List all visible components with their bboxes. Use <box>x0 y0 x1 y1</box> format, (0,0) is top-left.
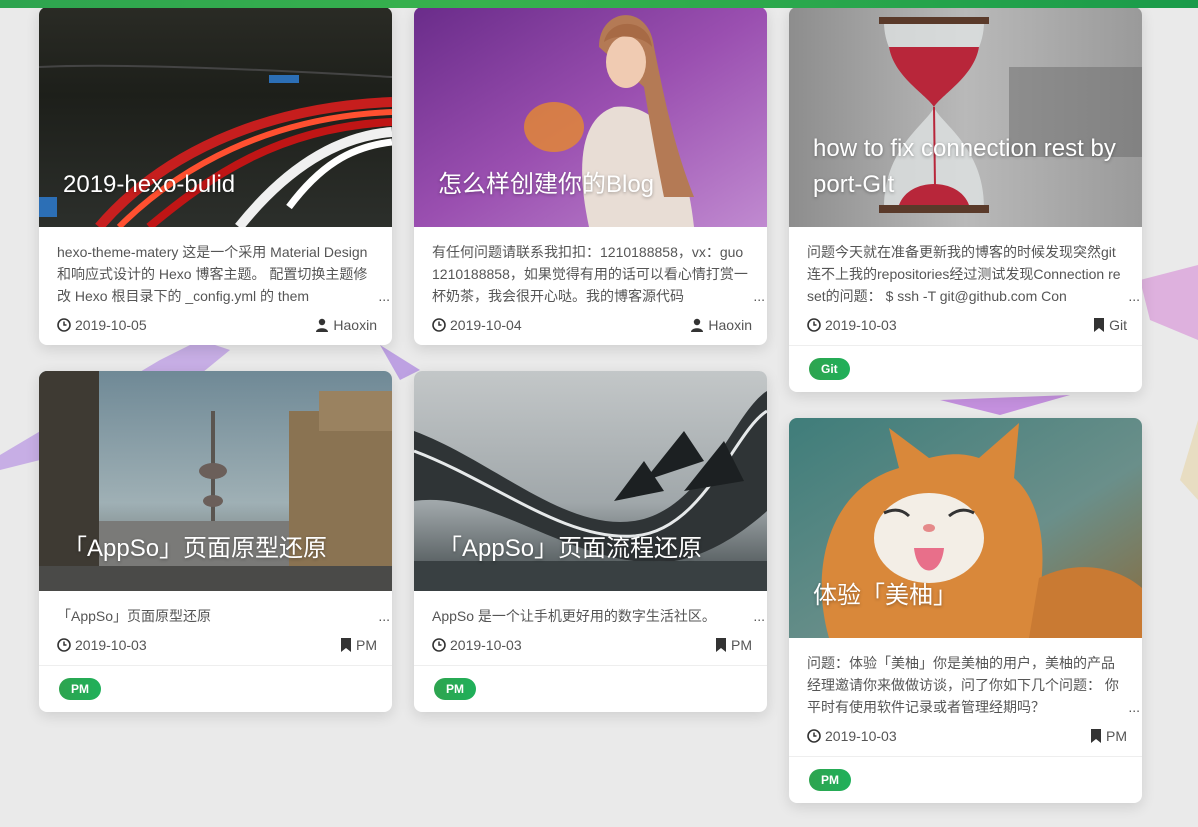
ellipsis: ... <box>376 285 390 307</box>
post-cover-image[interactable]: 「AppSo」页面原型还原 <box>39 371 392 591</box>
post-card[interactable]: 怎么样创建你的Blog 有任何问题请联系我扣扣：1210188858，vx：gu… <box>414 7 767 345</box>
post-excerpt: 「AppSo」页面原型还原... <box>39 591 392 627</box>
post-title[interactable]: 「AppSo」页面流程还原 <box>438 531 743 567</box>
clock-icon <box>57 318 71 332</box>
post-title[interactable]: 2019-hexo-bulid <box>63 167 368 203</box>
tag-chip[interactable]: Git <box>809 358 850 380</box>
post-meta: 2019-10-03 PM <box>414 627 767 665</box>
post-meta: 2019-10-03 PM <box>789 718 1142 756</box>
post-card[interactable]: 2019-hexo-bulid hexo-theme-matery 这是一个采用… <box>39 7 392 345</box>
post-excerpt: 问题今天就在准备更新我的博客的时候发现突然git连不上我的repositorie… <box>789 227 1142 307</box>
ellipsis: ... <box>1126 285 1140 307</box>
post-meta: 2019-10-04 Haoxin <box>414 307 767 345</box>
bookmark-icon <box>1091 729 1101 743</box>
post-excerpt: 有任何问题请联系我扣扣：1210188858，vx：guo1210188858，… <box>414 227 767 307</box>
post-date: 2019-10-03 <box>807 728 897 744</box>
post-tags: Git <box>789 345 1142 392</box>
post-title[interactable]: 体验「美柚」 <box>813 578 1118 614</box>
tag-chip[interactable]: PM <box>59 678 101 700</box>
post-category-name[interactable]: PM <box>1106 728 1127 744</box>
post-card[interactable]: 「AppSo」页面流程还原 AppSo 是一个让手机更好用的数字生活社区。...… <box>414 371 767 712</box>
post-title[interactable]: how to fix connection rest by port-GIt <box>813 131 1118 203</box>
ellipsis: ... <box>751 605 765 627</box>
post-date: 2019-10-04 <box>432 317 522 333</box>
post-title[interactable]: 「AppSo」页面原型还原 <box>63 531 368 567</box>
user-icon <box>316 318 329 332</box>
post-cover-image[interactable]: 体验「美柚」 <box>789 418 1142 638</box>
post-cover-image[interactable]: 2019-hexo-bulid <box>39 7 392 227</box>
tag-chip[interactable]: PM <box>434 678 476 700</box>
post-excerpt-text: 问题：体验「美柚」你是美柚的用户，美柚的产品经理邀请你来做做访谈，问了你如下几个… <box>807 655 1119 715</box>
post-date-text: 2019-10-03 <box>825 317 897 333</box>
post-tags: PM <box>789 756 1142 803</box>
clock-icon <box>432 318 446 332</box>
post-date-text: 2019-10-03 <box>75 637 147 653</box>
post-cover-image[interactable]: 「AppSo」页面流程还原 <box>414 371 767 591</box>
post-tags: PM <box>414 665 767 712</box>
bookmark-icon <box>341 638 351 652</box>
post-card[interactable]: 「AppSo」页面原型还原 「AppSo」页面原型还原... 2019-10-0… <box>39 371 392 712</box>
ellipsis: ... <box>1126 696 1140 718</box>
post-excerpt: hexo-theme-matery 这是一个采用 Material Design… <box>39 227 392 307</box>
post-excerpt-text: AppSo 是一个让手机更好用的数字生活社区。 <box>432 608 716 624</box>
post-excerpt: AppSo 是一个让手机更好用的数字生活社区。... <box>414 591 767 627</box>
post-cover-image[interactable]: 怎么样创建你的Blog <box>414 7 767 227</box>
tag-chip[interactable]: PM <box>809 769 851 791</box>
ellipsis: ... <box>751 285 765 307</box>
post-excerpt-text: 「AppSo」页面原型还原 <box>57 608 212 624</box>
top-accent-bar <box>0 0 1198 8</box>
ellipsis: ... <box>376 605 390 627</box>
post-category-name[interactable]: PM <box>356 637 377 653</box>
post-cover-image[interactable]: how to fix connection rest by port-GIt <box>789 7 1142 227</box>
bookmark-icon <box>1094 318 1105 332</box>
post-excerpt-text: 问题今天就在准备更新我的博客的时候发现突然git连不上我的repositorie… <box>807 244 1121 304</box>
post-meta: 2019-10-03 Git <box>789 307 1142 345</box>
post-title[interactable]: 怎么样创建你的Blog <box>438 167 743 203</box>
clock-icon <box>57 638 71 652</box>
post-category[interactable]: PM <box>1090 728 1127 744</box>
post-author[interactable]: Haoxin <box>315 317 377 333</box>
post-excerpt: 问题：体验「美柚」你是美柚的用户，美柚的产品经理邀请你来做做访谈，问了你如下几个… <box>789 638 1142 718</box>
post-tags: PM <box>39 665 392 712</box>
post-date: 2019-10-05 <box>57 317 147 333</box>
post-author-name[interactable]: Haoxin <box>708 317 752 333</box>
post-date-text: 2019-10-04 <box>450 317 522 333</box>
post-category-name[interactable]: PM <box>731 637 752 653</box>
post-date: 2019-10-03 <box>432 637 522 653</box>
post-excerpt-text: 有任何问题请联系我扣扣：1210188858，vx：guo1210188858，… <box>432 244 748 304</box>
clock-icon <box>807 318 821 332</box>
clock-icon <box>432 638 446 652</box>
post-excerpt-text: hexo-theme-matery 这是一个采用 Material Design… <box>57 244 368 304</box>
post-date: 2019-10-03 <box>807 317 897 333</box>
post-date-text: 2019-10-03 <box>825 728 897 744</box>
post-category[interactable]: Git <box>1093 317 1127 333</box>
post-meta: 2019-10-05 Haoxin <box>39 307 392 345</box>
clock-icon <box>807 729 821 743</box>
post-date: 2019-10-03 <box>57 637 147 653</box>
post-card[interactable]: 体验「美柚」 问题：体验「美柚」你是美柚的用户，美柚的产品经理邀请你来做做访谈，… <box>789 418 1142 803</box>
post-card[interactable]: how to fix connection rest by port-GIt 问… <box>789 7 1142 392</box>
post-meta: 2019-10-03 PM <box>39 627 392 665</box>
user-icon <box>691 318 704 332</box>
post-category-name[interactable]: Git <box>1109 317 1127 333</box>
post-date-text: 2019-10-05 <box>75 317 147 333</box>
post-date-text: 2019-10-03 <box>450 637 522 653</box>
post-category[interactable]: PM <box>340 637 377 653</box>
bookmark-icon <box>716 638 726 652</box>
post-author[interactable]: Haoxin <box>690 317 752 333</box>
post-category[interactable]: PM <box>715 637 752 653</box>
post-author-name[interactable]: Haoxin <box>333 317 377 333</box>
